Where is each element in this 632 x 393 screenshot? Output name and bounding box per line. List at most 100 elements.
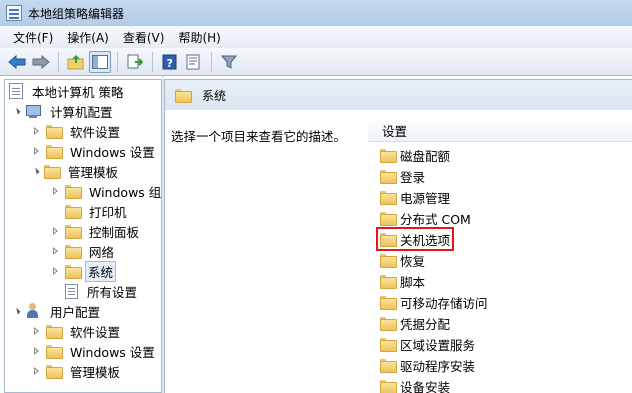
folder-icon [65,245,82,259]
settings-list: 设置 磁盘配额 登录 电源管理 分布式 COM 关机选项 恢复 脚本 可移动存储… [368,110,632,393]
list-item[interactable]: 设备安装 [380,376,450,393]
folder-icon [46,325,63,339]
folder-icon [380,212,397,226]
description-text: 选择一个项目来查看它的描述。 [171,129,347,144]
list-item-label: 登录 [400,169,426,185]
tree-item-user-windows-settings[interactable]: Windows 设置 [34,341,159,361]
folder-icon [175,89,192,103]
list-item[interactable]: 区域设置服务 [380,334,475,354]
list-item[interactable]: 恢复 [380,250,425,270]
collapse-arrow-icon[interactable] [53,187,59,195]
tree-item-computer-config[interactable]: 计算机配置 [13,101,117,121]
folder-icon [380,296,397,310]
tree-label: 网络 [89,244,115,260]
toolbar-separator [152,51,153,72]
list-item-label: 区域设置服务 [400,337,476,353]
list-item-label: 恢复 [400,253,426,269]
menu-file[interactable]: 文件(F) [6,29,60,46]
collapse-arrow-icon[interactable] [34,367,40,375]
policy-editor-app-icon [6,5,22,21]
collapse-arrow-icon[interactable] [34,127,40,135]
collapse-arrow-icon[interactable] [34,147,40,155]
list-item-label: 电源管理 [400,190,451,206]
list-item[interactable]: 电源管理 [380,187,450,207]
list-item-label: 凭据分配 [400,316,451,332]
list-item[interactable]: 分布式 COM [380,208,471,228]
list-item[interactable]: 驱动程序安装 [380,355,475,375]
column-header-settings[interactable]: 设置 [368,120,632,142]
collapse-arrow-icon[interactable] [34,347,40,355]
tree-label: 所有设置 [87,284,138,300]
folder-icon [380,149,397,163]
folder-icon [65,225,82,239]
settings-list-icon [65,283,78,299]
folder-icon [65,185,82,199]
list-item[interactable]: 脚本 [380,271,425,291]
folder-icon [380,170,397,184]
tree-item-system[interactable]: 系统 [53,260,117,282]
list-item-label: 驱动程序安装 [400,358,476,374]
expand-arrow-icon[interactable] [13,307,21,315]
list-item-label: 脚本 [400,274,426,290]
window-title: 本地组策略编辑器 [28,6,125,21]
help-icon[interactable]: ? [159,51,181,73]
tree-item-printers[interactable]: 打印机 [53,201,131,221]
list-item[interactable]: 登录 [380,166,425,186]
tree-item-software-settings[interactable]: 软件设置 [34,121,124,141]
collapse-arrow-icon[interactable] [53,227,59,235]
title-bar: 本地组策略编辑器 [0,0,632,26]
tree-label: 计算机配置 [50,104,113,120]
toolbar: ? [0,48,632,76]
details-header-title: 系统 [202,88,227,103]
folder-icon [46,345,63,359]
toolbar-separator [117,51,118,72]
tree-item-root[interactable]: 本地计算机 策略 [9,81,127,101]
tree-label: Windows 组件 [89,184,162,200]
navigation-tree: 本地计算机 策略 计算机配置 软件设置 Windows 设置 管理模板 Wind… [4,79,162,393]
folder-icon [44,165,61,179]
tree-item-all-settings[interactable]: 所有设置 [65,281,141,301]
folder-icon [46,145,63,159]
toolbar-separator [211,51,212,72]
tree-item-control-panel[interactable]: 控制面板 [53,221,143,241]
folder-icon [46,365,63,379]
properties-icon[interactable] [183,51,205,73]
menu-view[interactable]: 查看(V) [116,29,172,46]
toolbar-separator [58,51,59,72]
list-item-label: 磁盘配额 [400,148,451,164]
up-folder-icon[interactable] [65,51,87,73]
show-hide-tree-icon[interactable] [89,50,111,73]
list-item[interactable]: 磁盘配额 [380,145,450,165]
tree-label: 管理模板 [70,364,121,380]
menu-action[interactable]: 操作(A) [60,29,116,46]
list-item-label: 设备安装 [400,379,451,393]
tree-item-user-config[interactable]: 用户配置 [13,301,104,321]
expand-arrow-icon[interactable] [32,167,40,175]
filter-icon[interactable] [218,51,240,73]
list-item[interactable]: 可移动存储访问 [380,292,488,312]
computer-icon [25,104,41,119]
folder-icon [380,359,397,373]
export-list-icon[interactable] [124,51,146,73]
tree-item-network[interactable]: 网络 [53,241,118,261]
collapse-arrow-icon[interactable] [34,327,40,335]
tree-label: 系统 [85,260,117,282]
menu-help[interactable]: 帮助(H) [171,29,227,46]
list-item-label: 可移动存储访问 [400,295,488,311]
tree-item-windows-settings[interactable]: Windows 设置 [34,141,159,161]
forward-arrow-icon[interactable] [30,51,52,73]
tree-item-windows-components[interactable]: Windows 组件 [53,181,162,201]
tree-label: 软件设置 [70,324,121,340]
annotation-highlight-box [376,227,454,251]
back-arrow-icon[interactable] [6,51,28,73]
tree-item-admin-templates[interactable]: 管理模板 [32,161,122,181]
tree-label: Windows 设置 [70,144,155,160]
expand-arrow-icon[interactable] [13,107,21,115]
tree-item-user-software-settings[interactable]: 软件设置 [34,321,124,341]
collapse-arrow-icon[interactable] [53,267,59,275]
collapse-arrow-icon[interactable] [53,247,59,255]
tree-item-user-admin-templates[interactable]: 管理模板 [34,361,124,381]
list-item-label: 分布式 COM [400,211,471,227]
folder-icon [65,265,82,279]
list-item[interactable]: 凭据分配 [380,313,450,333]
